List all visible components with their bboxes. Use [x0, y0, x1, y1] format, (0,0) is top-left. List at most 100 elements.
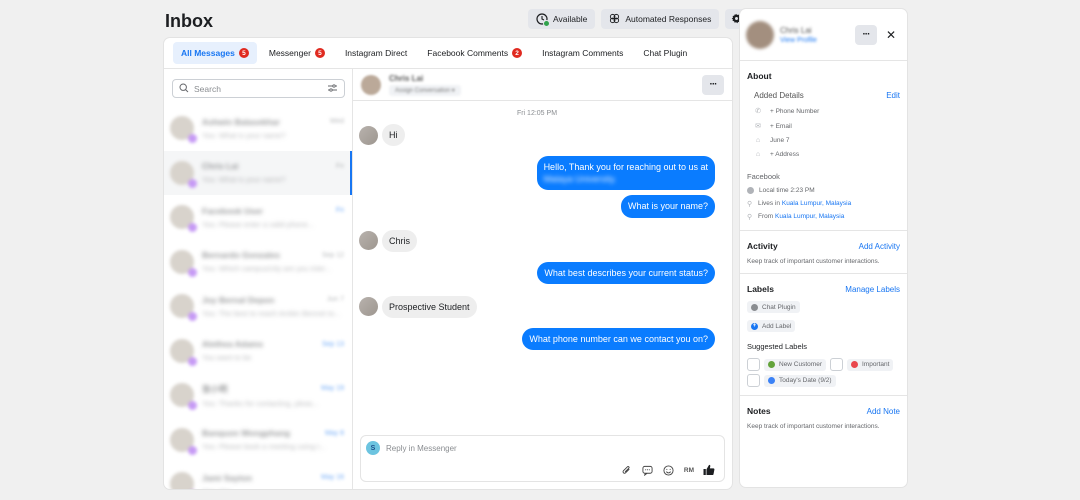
local-time: Local time 2:23 PM	[759, 187, 815, 194]
message-row: What best describes your current status?	[359, 261, 715, 284]
emoji-icon[interactable]	[663, 464, 675, 476]
email-row[interactable]: ✉ + Email	[747, 122, 900, 131]
tab-instagram-direct[interactable]: Instagram Direct	[337, 42, 415, 64]
phone-row[interactable]: ✆ + Phone Number	[747, 107, 900, 116]
activity-description: Keep track of important customer interac…	[747, 258, 880, 265]
from-link[interactable]: Kuala Lumpur, Malaysia	[775, 213, 844, 220]
label-color-dot	[850, 361, 858, 368]
profile-avatar	[746, 20, 774, 49]
conversation-item[interactable]: 张小明 You: Thanks for contacting, pleas... M…	[164, 373, 352, 418]
conversation-item[interactable]: Bernardo Gonzales You: Which campus/city …	[164, 240, 352, 285]
search-input[interactable]	[194, 83, 322, 94]
label-text: Important	[861, 361, 890, 368]
tab-label: All Messages	[181, 48, 235, 58]
add-label-button[interactable]: + Add Label	[747, 320, 796, 332]
assign-label: Assign Conversation	[395, 87, 451, 94]
conversation-item[interactable]: Joy Bernal Depon You: The best to reach A…	[164, 284, 352, 329]
unread-badge: 2	[512, 48, 523, 58]
unread-badge: 5	[238, 48, 249, 58]
top-actions: Available Automated Responses	[528, 9, 748, 29]
conversation-snippet: You: Which campus/city are you inter...	[202, 264, 331, 274]
notes-title: Notes	[747, 406, 771, 416]
conversation-avatar	[170, 427, 197, 455]
tab-messenger[interactable]: Messenger 5	[261, 42, 333, 64]
attachment-icon[interactable]	[621, 464, 633, 476]
add-note-link[interactable]: Add Note	[867, 407, 900, 416]
lives-in-link[interactable]: Kuala Lumpur, Malaysia	[782, 200, 851, 207]
labels-title: Labels	[747, 284, 774, 294]
activity-title: Activity	[747, 241, 778, 251]
suggested-label-todays-date[interactable]: Today's Date (9/2)	[764, 374, 836, 387]
messenger-badge-icon	[188, 401, 197, 411]
close-icon[interactable]: ✕	[886, 28, 896, 42]
suggested-label-checkbox[interactable]	[747, 358, 760, 371]
conversation-name: Joy Bernal Depon	[202, 294, 275, 305]
thumbs-up-icon[interactable]	[703, 464, 715, 476]
tab-instagram-comments[interactable]: Instagram Comments	[534, 42, 631, 64]
assign-conversation-dropdown[interactable]: Assign Conversation ▾	[389, 84, 461, 96]
profile-more-button[interactable]: ···	[854, 24, 877, 45]
status-dot-icon	[543, 20, 550, 27]
saved-reply-icon[interactable]	[642, 464, 654, 476]
address-row[interactable]: ⌂ + Address	[747, 151, 900, 158]
suggested-label-checkbox[interactable]	[829, 358, 843, 371]
edit-details-link[interactable]: Edit	[886, 91, 900, 100]
conversation-avatar	[170, 338, 197, 366]
label-text: New Customer	[779, 361, 822, 368]
conversation-date: Sep 12	[321, 251, 344, 259]
message-row: Hi	[359, 124, 715, 147]
clock-icon	[747, 187, 754, 194]
more-icon: ···	[709, 79, 718, 90]
outgoing-message: What best describes your current status?	[537, 261, 715, 284]
search-box	[172, 79, 345, 98]
label-color-dot	[751, 303, 758, 311]
conversation-item[interactable]: Facebook User You: Please enter a valid p…	[164, 195, 352, 240]
profile-header: Chris Lai View Profile ··· ✕	[740, 9, 907, 61]
messenger-badge-icon	[188, 134, 197, 144]
view-profile-link[interactable]: View Profile	[780, 37, 817, 44]
rm-button[interactable]: RM	[684, 464, 694, 476]
birthday-value: June 7	[770, 137, 790, 144]
conversation-snippet: You: The best to reach Ambin Bennet to..…	[202, 308, 341, 318]
add-activity-link[interactable]: Add Activity	[859, 242, 900, 251]
conversation-list: Ashwin Balasekhar You: What is your name?…	[164, 106, 352, 489]
search-icon	[179, 82, 189, 95]
conversation-item[interactable]: Jami SaytonYou: YesMay 16	[164, 462, 352, 489]
suggested-label-new-customer[interactable]: New Customer	[764, 358, 826, 371]
tab-label: Instagram Direct	[344, 48, 408, 58]
manage-labels-link[interactable]: Manage Labels	[845, 285, 900, 294]
suggested-label-important[interactable]: Important	[846, 358, 894, 371]
conversation-item[interactable]: Chris Lai You: What is your name? Fri	[164, 150, 352, 195]
agent-avatar: S	[366, 441, 380, 455]
tab-all-messages[interactable]: All Messages 5	[173, 42, 257, 64]
facebook-title: Facebook	[747, 172, 780, 181]
phone-icon: ✆	[755, 108, 761, 115]
reply-composer: S RM	[360, 435, 725, 482]
more-icon: ···	[862, 29, 870, 40]
suggested-label-checkbox[interactable]	[747, 374, 760, 387]
contact-details-panel: Chris Lai View Profile ··· ✕ About Added…	[740, 9, 907, 487]
channel-tabs: All Messages 5 Messenger 5 Instagram Dir…	[164, 38, 732, 69]
tab-chat-plugin[interactable]: Chat Plugin	[635, 42, 695, 64]
add-label-text: Add Label	[762, 322, 792, 330]
automation-icon	[609, 13, 620, 26]
phone-value: + Phone Number	[770, 107, 820, 115]
added-details-header: Added Details Edit	[747, 91, 900, 100]
label-color-dot	[768, 377, 775, 384]
automated-responses-button[interactable]: Automated Responses	[601, 9, 720, 29]
availability-button[interactable]: Available	[528, 9, 596, 29]
chat-more-button[interactable]: ···	[702, 74, 724, 95]
conversation-item[interactable]: Ashwin Balasekhar You: What is your name?…	[164, 106, 352, 151]
added-details-title: Added Details	[754, 91, 804, 100]
conversation-snippet: You: What is your name?	[202, 175, 286, 185]
label-chip-chat-plugin[interactable]: Chat Plugin	[747, 301, 800, 313]
conversation-item[interactable]: Alethea Adams You want to be Sep 13	[164, 329, 352, 374]
contact-name: Chris Lai	[389, 73, 424, 83]
availability-label: Available	[553, 14, 588, 24]
reply-input[interactable]	[386, 441, 686, 455]
messenger-badge-icon	[188, 356, 197, 366]
conversation-date: May 19	[321, 385, 344, 392]
conversation-item[interactable]: Banquon Wongphang You: Please book a meet…	[164, 418, 352, 463]
filter-icon[interactable]	[327, 83, 338, 95]
tab-facebook-comments[interactable]: Facebook Comments 2	[419, 42, 530, 64]
